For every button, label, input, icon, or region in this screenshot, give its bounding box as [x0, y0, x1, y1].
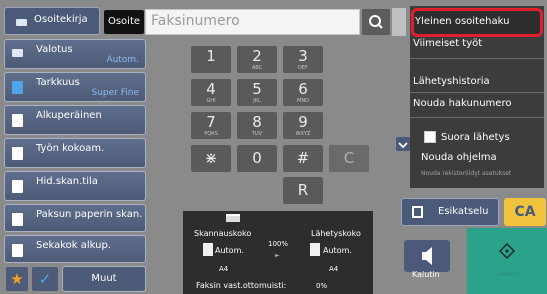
fax-number-placeholder: Faksinumero: [151, 13, 240, 29]
search-button[interactable]: [362, 9, 390, 35]
slow-scan-label: Hid.skan.tila: [36, 176, 98, 187]
key-1[interactable]: 1: [191, 46, 231, 73]
preview-icon: [412, 206, 423, 218]
scan-paper-size: A4: [219, 265, 229, 273]
job-build-button[interactable]: Työn kokoam.: [4, 138, 146, 168]
thick-paper-label: Paksun paperin skan.: [36, 209, 143, 220]
global-address-search-item[interactable]: Yleinen osoitehaku: [411, 8, 543, 37]
mixed-size-button[interactable]: Sekakok alkup.: [4, 235, 146, 263]
clear-all-label: CA: [514, 204, 536, 220]
global-address-search-label: Yleinen osoitehaku: [415, 16, 510, 27]
address-book-button[interactable]: Osoitekirja: [4, 7, 100, 35]
address-button[interactable]: Osoite: [104, 10, 144, 34]
address-book-label: Osoitekirja: [34, 14, 88, 25]
original-icon: [12, 114, 23, 127]
arrow-right-icon: ►: [275, 252, 280, 259]
resolution-value: Super Fine: [91, 88, 140, 98]
key-3[interactable]: 3 DEF: [283, 46, 323, 73]
scanner-icon: [226, 214, 240, 222]
start-icon: [498, 242, 516, 260]
checkmark-button[interactable]: ✓: [32, 267, 58, 291]
send-paper-size: A4: [329, 265, 339, 273]
key-clear[interactable]: C: [329, 145, 369, 172]
key-6[interactable]: 6 MNO: [283, 79, 323, 106]
menu-divider: [410, 92, 544, 93]
chevron-down-icon: [398, 142, 408, 149]
star-icon: ★: [10, 270, 24, 288]
exposure-icon: [12, 49, 23, 57]
send-history-item[interactable]: Lähetyshistoria: [413, 76, 490, 87]
original-label: Alkuperäinen: [36, 110, 102, 121]
send-size-label: Lähetyskoko: [311, 229, 361, 238]
send-size-value[interactable]: Autom.: [323, 246, 352, 255]
mixed-size-icon: [12, 244, 23, 257]
start-button[interactable]: Aloita: [467, 228, 547, 294]
resolution-label: Tarkkuus: [36, 77, 80, 88]
address-book-icon: [16, 19, 27, 26]
menu-toggle-strip[interactable]: [392, 8, 406, 36]
more-button[interactable]: Muut: [62, 266, 146, 292]
thick-paper-icon: [12, 213, 23, 226]
zoom-value: 100%: [268, 240, 289, 248]
key-7[interactable]: 7 PQRS: [191, 112, 231, 139]
job-build-icon: [12, 147, 23, 160]
slow-scan-button[interactable]: Hid.skan.tila: [4, 171, 146, 201]
menu-divider: [410, 117, 544, 118]
key-2[interactable]: 2 ABC: [237, 46, 277, 73]
preview-button[interactable]: Esikatselu: [401, 198, 499, 226]
call-program-item[interactable]: Nouda ohjelma: [421, 152, 497, 163]
retrieve-number-item[interactable]: Nouda hakunumero: [413, 98, 511, 109]
key-pause[interactable]: ⋇: [191, 145, 231, 172]
key-9[interactable]: 9 WXYZ: [283, 112, 323, 139]
send-paper-icon: [310, 243, 320, 256]
checkmark-icon: ✓: [38, 270, 52, 288]
key-4[interactable]: 4 GHI: [191, 79, 231, 106]
scan-size-value[interactable]: Autom.: [215, 246, 244, 255]
exposure-value: Autom.: [106, 55, 139, 65]
thick-paper-scan-button[interactable]: Paksun paperin skan.: [4, 204, 146, 232]
key-r[interactable]: R: [283, 177, 323, 204]
recent-jobs-item[interactable]: Viimeiset työt: [413, 38, 482, 49]
exposure-label: Valotus: [36, 44, 73, 55]
address-label: Osoite: [107, 16, 141, 27]
preview-label: Esikatselu: [438, 206, 489, 217]
favorite-button[interactable]: ★: [6, 267, 28, 291]
memory-label: Faksin vast.ottomuisti:: [196, 281, 287, 290]
key-8[interactable]: 8 TUV: [237, 112, 277, 139]
size-panel: Skannauskoko Lähetyskoko Autom. 100% ► A…: [183, 211, 373, 294]
speaker-label: Kaiutin: [412, 270, 440, 279]
start-label: Aloita: [499, 270, 519, 278]
key-0[interactable]: 0: [237, 145, 277, 172]
key-hash[interactable]: #: [283, 145, 323, 172]
memory-value: 0%: [316, 282, 328, 290]
scan-size-label: Skannauskoko: [194, 229, 252, 238]
speaker-button[interactable]: [404, 240, 450, 272]
job-build-label: Työn kokoam.: [36, 143, 105, 154]
more-label: Muut: [91, 273, 117, 284]
resolution-button[interactable]: Tarkkuus Super Fine: [4, 72, 146, 102]
collapse-button[interactable]: [396, 137, 410, 151]
slow-scan-icon: [12, 180, 23, 193]
speaker-icon: [422, 247, 432, 265]
search-icon: [369, 15, 383, 29]
direct-send-label: Suora lähetys: [441, 132, 510, 143]
original-button[interactable]: Alkuperäinen: [4, 105, 146, 135]
scan-paper-icon: [203, 243, 213, 256]
mixed-size-label: Sekakok alkup.: [36, 240, 112, 251]
direct-send-checkbox[interactable]: [424, 131, 436, 143]
call-program-subtext: Nouda rekisteröidyt asetukset: [421, 170, 512, 177]
exposure-button[interactable]: Valotus Autom.: [4, 39, 146, 69]
key-5[interactable]: 5 JKL: [237, 79, 277, 106]
fax-number-input[interactable]: Faksinumero: [145, 9, 360, 35]
menu-divider: [410, 58, 544, 59]
clear-all-button[interactable]: CA: [504, 198, 546, 226]
resolution-icon: [12, 81, 23, 94]
